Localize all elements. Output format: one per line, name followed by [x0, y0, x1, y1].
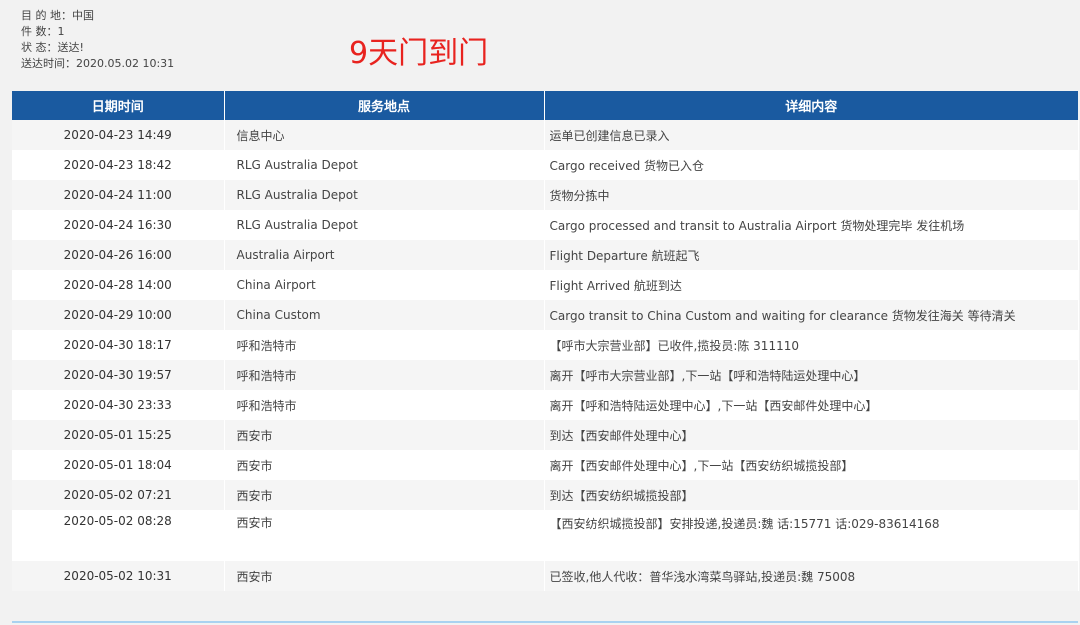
row-detail: 离开【呼和浩特陆运处理中心】,下一站【西安邮件处理中心】: [544, 390, 1079, 420]
row-detail: Flight Departure 航班起飞: [544, 240, 1079, 270]
table-row: 2020-05-01 15:25 西安市 到达【西安邮件处理中心】: [12, 420, 1079, 450]
bottom-divider: [12, 621, 1078, 623]
row-detail: 到达【西安邮件处理中心】: [544, 420, 1079, 450]
row-time: 2020-04-23 18:42: [12, 150, 225, 180]
row-time: 2020-04-24 11:00: [12, 180, 225, 210]
row-place: RLG Australia Depot: [224, 180, 545, 210]
row-place: 信息中心: [224, 120, 545, 150]
table-row: 2020-04-29 10:00 China Custom Cargo tran…: [12, 300, 1079, 330]
row-place: 西安市: [224, 480, 545, 510]
row-place: RLG Australia Depot: [224, 150, 545, 180]
row-place: RLG Australia Depot: [224, 210, 545, 240]
delivered-time-text: 送达时间：2020.05.02 10:31: [21, 57, 175, 70]
header-location: 服务地点: [224, 91, 545, 120]
row-place: 西安市: [224, 420, 545, 450]
row-detail: Cargo processed and transit to Australia…: [544, 210, 1079, 240]
headline-annotation: 9天门到门: [349, 36, 489, 71]
table-row: 2020-04-23 14:49 信息中心 运单已创建信息已录入: [12, 120, 1079, 150]
row-place: 呼和浩特市: [224, 330, 545, 360]
row-time: 2020-04-30 18:17: [12, 330, 225, 360]
row-time: 2020-04-29 10:00: [12, 300, 225, 330]
tracking-page: 目 的 地：中国 件 数：1 状 态：送达! 送达时间：2020.05.02 1…: [0, 0, 1080, 625]
row-detail: Cargo transit to China Custom and waitin…: [544, 300, 1079, 330]
row-detail: 离开【呼市大宗营业部】,下一站【呼和浩特陆运处理中心】: [544, 360, 1079, 390]
row-time: 2020-04-30 19:57: [12, 360, 225, 390]
tracking-table: 日期时间 服务地点 详细内容 2020-04-23 14:49 信息中心 运单已…: [12, 91, 1079, 591]
row-time: 2020-05-02 07:21: [12, 480, 225, 510]
row-place: Australia Airport: [224, 240, 545, 270]
row-detail: 【西安纺织城揽投部】安排投递,投递员:魏 话:15771 话:029-83614…: [544, 510, 1079, 561]
row-detail: Cargo received 货物已入仓: [544, 150, 1079, 180]
row-detail: Flight Arrived 航班到达: [544, 270, 1079, 300]
table-row: 2020-05-02 10:31 西安市 已签收,他人代收：普华浅水湾菜鸟驿站,…: [12, 561, 1079, 591]
table-row: 2020-04-28 14:00 China Airport Flight Ar…: [12, 270, 1079, 300]
row-place: China Custom: [224, 300, 545, 330]
table-row: 2020-04-23 18:42 RLG Australia Depot Car…: [12, 150, 1079, 180]
row-time: 2020-04-30 23:33: [12, 390, 225, 420]
row-detail: 已签收,他人代收：普华浅水湾菜鸟驿站,投递员:魏 75008: [544, 561, 1079, 591]
table-row: 2020-05-02 07:21 西安市 到达【西安纺织城揽投部】: [12, 480, 1079, 510]
header-detail: 详细内容: [544, 91, 1078, 120]
row-time: 2020-04-23 14:49: [12, 120, 225, 150]
table-row: 2020-04-30 19:57 呼和浩特市 离开【呼市大宗营业部】,下一站【呼…: [12, 360, 1079, 390]
row-time: 2020-04-26 16:00: [12, 240, 225, 270]
row-place: 西安市: [224, 450, 545, 480]
row-time: 2020-05-02 10:31: [12, 561, 225, 591]
table-row: 2020-04-30 18:17 呼和浩特市 【呼市大宗营业部】已收件,揽投员:…: [12, 330, 1079, 360]
row-detail: 【呼市大宗营业部】已收件,揽投员:陈 311110: [544, 330, 1079, 360]
header-datetime: 日期时间: [12, 91, 225, 120]
table-header-row: 日期时间 服务地点 详细内容: [12, 91, 1078, 120]
row-detail: 运单已创建信息已录入: [544, 120, 1079, 150]
row-detail: 离开【西安邮件处理中心】,下一站【西安纺织城揽投部】: [544, 450, 1079, 480]
row-place: 呼和浩特市: [224, 390, 545, 420]
row-time: 2020-05-01 18:04: [12, 450, 225, 480]
row-place: China Airport: [224, 270, 545, 300]
row-time: 2020-05-01 15:25: [12, 420, 225, 450]
table-row: 2020-05-01 18:04 西安市 离开【西安邮件处理中心】,下一站【西安…: [12, 450, 1079, 480]
row-time: 2020-04-28 14:00: [12, 270, 225, 300]
table-row: 2020-04-30 23:33 呼和浩特市 离开【呼和浩特陆运处理中心】,下一…: [12, 390, 1079, 420]
row-detail: 到达【西安纺织城揽投部】: [544, 480, 1079, 510]
row-time: 2020-04-24 16:30: [12, 210, 225, 240]
table-row: 2020-04-24 16:30 RLG Australia Depot Car…: [12, 210, 1079, 240]
row-time: 2020-05-02 08:28: [12, 510, 225, 561]
row-detail: 货物分拣中: [544, 180, 1079, 210]
table-row: 2020-04-24 11:00 RLG Australia Depot 货物分…: [12, 180, 1079, 210]
row-place: 西安市: [224, 561, 545, 591]
shipment-info: 目 的 地：中国 件 数：1 状 态：送达! 送达时间：2020.05.02 1…: [21, 8, 174, 72]
row-place: 呼和浩特市: [224, 360, 545, 390]
destination-text: 目 的 地：中国: [21, 9, 94, 22]
table-row: 2020-05-02 08:28 西安市 【西安纺织城揽投部】安排投递,投递员:…: [12, 510, 1079, 561]
row-place: 西安市: [224, 510, 545, 561]
status-text: 状 态：送达!: [21, 41, 84, 54]
pieces-text: 件 数：1: [21, 25, 65, 38]
table-row: 2020-04-26 16:00 Australia Airport Fligh…: [12, 240, 1079, 270]
